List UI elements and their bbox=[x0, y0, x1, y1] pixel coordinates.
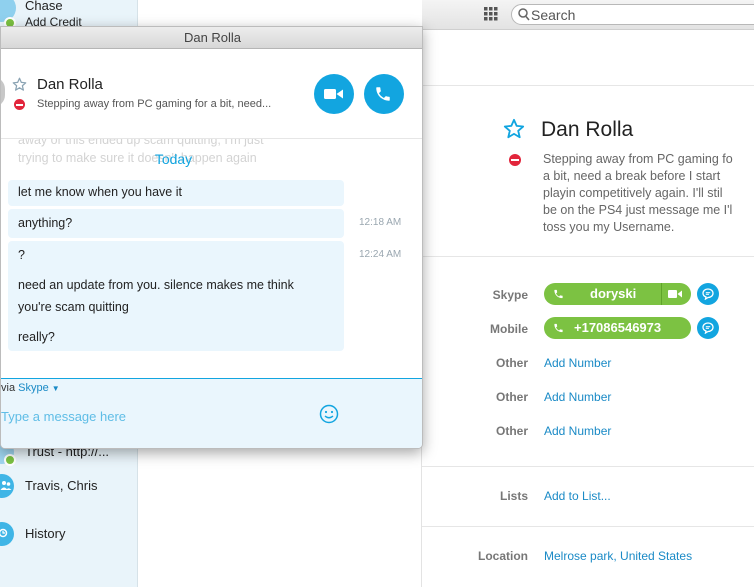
history-icon bbox=[0, 522, 14, 546]
busy-status-icon bbox=[14, 99, 25, 110]
top-toolbar bbox=[422, 0, 754, 30]
dialpad-icon[interactable] bbox=[484, 7, 498, 21]
via-prefix: via bbox=[1, 382, 16, 394]
divider bbox=[661, 283, 662, 305]
message-bubble[interactable]: anything? bbox=[8, 209, 344, 238]
mobile-number: +17086546973 bbox=[574, 320, 662, 335]
message-text: need an update from you. silence makes m… bbox=[18, 278, 294, 292]
message-text: ? bbox=[18, 248, 25, 262]
message-composer: via Skype ▼ bbox=[1, 378, 422, 448]
add-to-list-link[interactable]: Add to List... bbox=[544, 489, 611, 503]
message-text: anything? bbox=[18, 216, 73, 230]
video-call-button[interactable] bbox=[314, 74, 354, 114]
mobile-label: Mobile bbox=[490, 322, 528, 336]
emoticon-icon[interactable] bbox=[319, 404, 339, 424]
other-label: Other bbox=[495, 424, 528, 438]
mood-line: a bit, need a break before I start bbox=[543, 169, 721, 183]
message-text: really? bbox=[18, 330, 55, 344]
chat-contact-name[interactable]: Dan Rolla bbox=[37, 76, 103, 93]
sidebar-item-label: History bbox=[25, 526, 66, 541]
skype-chat-icon[interactable] bbox=[697, 283, 719, 305]
busy-status-icon bbox=[509, 154, 521, 166]
phone-icon bbox=[376, 87, 390, 101]
via-service: Skype bbox=[18, 382, 49, 394]
sidebar-item-group-chat[interactable]: Travis, Chris bbox=[0, 474, 138, 500]
location-value[interactable]: Melrose park, United States bbox=[544, 549, 692, 563]
sidebar-item-label: Travis, Chris bbox=[25, 478, 98, 493]
message-text: you're scam quitting bbox=[18, 300, 129, 314]
online-status-icon bbox=[4, 454, 16, 466]
lists-label: Lists bbox=[499, 489, 528, 503]
contact-avatar[interactable] bbox=[1, 77, 5, 107]
chat-window: Dan Rolla Dan Rolla Stepping away from P… bbox=[0, 26, 423, 449]
chat-header: Dan Rolla Stepping away from PC gaming f… bbox=[1, 50, 422, 139]
location-label: Location bbox=[478, 549, 528, 563]
message-time: 12:24 AM bbox=[359, 249, 402, 260]
phone-icon bbox=[554, 323, 563, 333]
divider bbox=[422, 256, 754, 257]
sms-chat-icon[interactable] bbox=[697, 317, 719, 339]
add-number-link[interactable]: Add Number bbox=[544, 356, 611, 370]
mood-line: playin competitively again. I'll stil bbox=[543, 186, 723, 200]
video-camera-icon bbox=[324, 89, 343, 99]
other-label: Other bbox=[495, 356, 528, 370]
mood-line: be on the PS4 just message me I'l bbox=[543, 203, 733, 217]
message-bubble[interactable]: let me know when you have it bbox=[8, 180, 344, 206]
divider bbox=[422, 466, 754, 467]
favorite-star-icon[interactable] bbox=[12, 77, 27, 92]
send-via-selector[interactable]: via Skype ▼ bbox=[1, 382, 60, 394]
search-icon bbox=[518, 8, 530, 21]
video-call-icon[interactable] bbox=[668, 289, 682, 299]
contact-profile: Dan Rolla Stepping away from PC gaming f… bbox=[422, 30, 754, 587]
skype-call-button[interactable]: doryski bbox=[544, 283, 691, 305]
message-time: 12:18 AM bbox=[359, 217, 402, 228]
skype-id: doryski bbox=[590, 286, 637, 301]
chevron-down-icon: ▼ bbox=[51, 384, 60, 393]
add-number-link[interactable]: Add Number bbox=[544, 390, 611, 404]
profile-name: Dan Rolla bbox=[541, 118, 634, 141]
mood-line: Stepping away from PC gaming fo bbox=[543, 152, 733, 166]
audio-call-button[interactable] bbox=[364, 74, 404, 114]
mood-line: toss you my Username. bbox=[543, 220, 675, 234]
favorite-star-icon[interactable] bbox=[503, 118, 525, 140]
other-label: Other bbox=[495, 390, 528, 404]
sidebar-item-history[interactable]: History bbox=[0, 522, 138, 548]
account-name: Chase bbox=[25, 0, 63, 13]
profile-mood: Stepping away from PC gaming fo a bit, n… bbox=[543, 151, 754, 236]
message-text: let me know when you have it bbox=[18, 185, 182, 199]
divider bbox=[422, 526, 754, 527]
add-number-link[interactable]: Add Number bbox=[544, 424, 611, 438]
profile-header-band bbox=[422, 30, 754, 86]
phone-icon bbox=[554, 289, 563, 299]
search-box[interactable] bbox=[511, 4, 754, 25]
message-input[interactable] bbox=[1, 407, 301, 425]
mobile-call-button[interactable]: +17086546973 bbox=[544, 317, 691, 339]
skype-label: Skype bbox=[492, 288, 528, 302]
search-input[interactable] bbox=[531, 6, 751, 23]
faded-message: away or this ended up scam quitting, I'm… bbox=[18, 139, 264, 147]
message-bubble[interactable]: ? need an update from you. silence makes… bbox=[8, 241, 344, 351]
group-icon bbox=[0, 474, 14, 498]
chat-contact-mood: Stepping away from PC gaming for a bit, … bbox=[37, 98, 272, 110]
day-separator: Today bbox=[154, 151, 193, 167]
conversation[interactable]: away or this ended up scam quitting, I'm… bbox=[1, 139, 422, 377]
chat-window-title[interactable]: Dan Rolla bbox=[1, 27, 422, 49]
